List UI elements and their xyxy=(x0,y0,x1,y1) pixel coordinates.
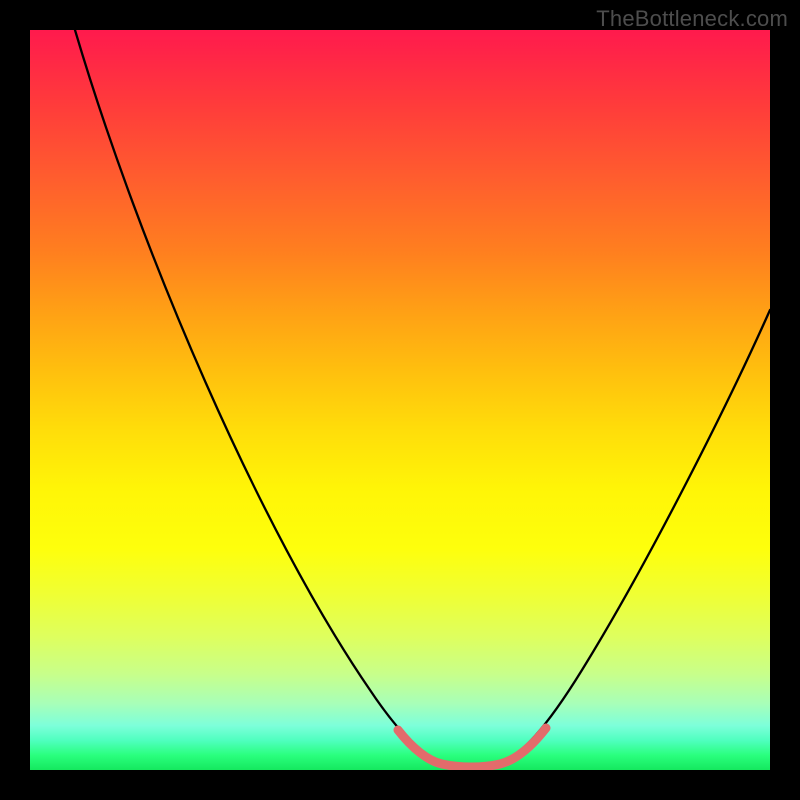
chart-frame: TheBottleneck.com xyxy=(0,0,800,800)
bottleneck-curve xyxy=(75,30,770,767)
plot-area xyxy=(30,30,770,770)
bottleneck-curve-svg xyxy=(30,30,770,770)
watermark-text: TheBottleneck.com xyxy=(596,6,788,32)
highlight-segment xyxy=(398,728,546,767)
